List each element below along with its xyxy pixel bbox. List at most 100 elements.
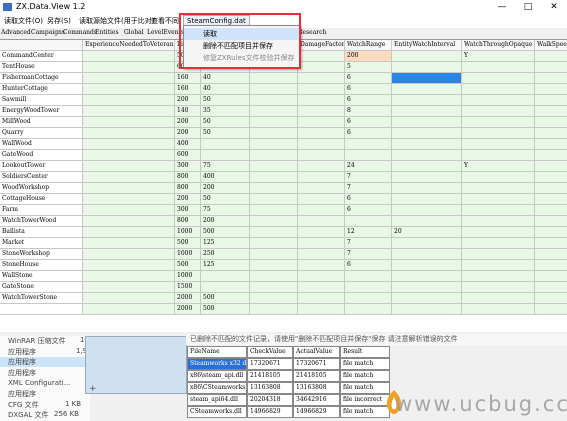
grid-cell[interactable] bbox=[250, 73, 298, 84]
column-header[interactable]: WalkSpeed bbox=[535, 40, 567, 51]
grid-cell[interactable] bbox=[250, 282, 298, 293]
row-label[interactable]: MillWood bbox=[0, 117, 83, 128]
grid-cell[interactable] bbox=[298, 150, 345, 161]
explorer-item[interactable]: DXGAL 文件 bbox=[8, 410, 49, 420]
menu-save-as[interactable]: 另存(S) bbox=[47, 16, 71, 26]
grid-cell[interactable] bbox=[250, 117, 298, 128]
grid-cell[interactable] bbox=[298, 139, 345, 150]
grid-cell[interactable] bbox=[250, 260, 298, 271]
grid-cell[interactable] bbox=[298, 205, 345, 216]
grid-cell[interactable] bbox=[392, 293, 462, 304]
grid-cell[interactable]: 6 bbox=[345, 194, 392, 205]
grid-cell[interactable] bbox=[298, 51, 345, 62]
grid-cell[interactable] bbox=[535, 293, 567, 304]
grid-cell[interactable] bbox=[83, 84, 175, 95]
column-header[interactable]: EntityWatchInterval bbox=[392, 40, 462, 51]
grid-cell[interactable] bbox=[298, 172, 345, 183]
grid-cell[interactable]: 160 bbox=[175, 73, 201, 84]
grid-cell[interactable]: 7 bbox=[345, 183, 392, 194]
grid-cell[interactable] bbox=[462, 194, 535, 205]
grid-cell[interactable] bbox=[83, 161, 175, 172]
grid-cell[interactable] bbox=[83, 304, 175, 315]
menu-view-diff[interactable]: 查看不同 bbox=[151, 16, 179, 26]
grid-cell[interactable] bbox=[298, 73, 345, 84]
grid-cell[interactable] bbox=[298, 227, 345, 238]
row-label[interactable]: WallStone bbox=[0, 271, 83, 282]
grid-cell[interactable]: 300 bbox=[175, 205, 201, 216]
grid-cell[interactable] bbox=[83, 106, 175, 117]
grid-cell[interactable]: 50 bbox=[201, 194, 250, 205]
explorer-item-selected[interactable]: 应用程序 bbox=[0, 357, 90, 367]
add-icon[interactable]: + bbox=[89, 384, 97, 394]
grid-cell[interactable] bbox=[83, 51, 175, 62]
grid-cell[interactable]: 75 bbox=[201, 161, 250, 172]
grid-cell[interactable] bbox=[392, 194, 462, 205]
grid-cell[interactable] bbox=[462, 282, 535, 293]
row-label[interactable]: WoodWorkshop bbox=[0, 183, 83, 194]
grid-cell[interactable] bbox=[535, 194, 567, 205]
grid-cell[interactable]: 6 bbox=[345, 117, 392, 128]
grid-cell[interactable] bbox=[392, 205, 462, 216]
grid-cell[interactable] bbox=[462, 172, 535, 183]
grid-cell[interactable] bbox=[462, 183, 535, 194]
grid-cell[interactable] bbox=[250, 227, 298, 238]
grid-cell[interactable] bbox=[392, 271, 462, 282]
grid-cell[interactable]: 125 bbox=[201, 238, 250, 249]
grid-cell[interactable]: 5 bbox=[345, 62, 392, 73]
tab-advanced[interactable]: Advanced bbox=[1, 29, 31, 36]
grid-cell[interactable] bbox=[535, 249, 567, 260]
grid-cell[interactable] bbox=[535, 139, 567, 150]
grid-cell[interactable] bbox=[201, 139, 250, 150]
grid-cell[interactable] bbox=[83, 216, 175, 227]
grid-cell[interactable]: 20 bbox=[392, 227, 462, 238]
row-label[interactable]: WatchTowerWood bbox=[0, 216, 83, 227]
grid-cell[interactable] bbox=[298, 84, 345, 95]
grid-cell[interactable] bbox=[462, 249, 535, 260]
maximize-button[interactable]: □ bbox=[515, 0, 541, 14]
minimize-button[interactable]: — bbox=[489, 0, 515, 14]
grid-cell[interactable]: 8 bbox=[345, 106, 392, 117]
row-label[interactable]: StoneHouse bbox=[0, 260, 83, 271]
grid-cell[interactable] bbox=[392, 161, 462, 172]
row-label[interactable]: StoneWorkshop bbox=[0, 249, 83, 260]
grid-cell[interactable] bbox=[83, 117, 175, 128]
grid-cell[interactable] bbox=[250, 238, 298, 249]
grid-cell[interactable] bbox=[535, 51, 567, 62]
grid-cell[interactable] bbox=[201, 271, 250, 282]
grid-cell[interactable] bbox=[345, 216, 392, 227]
grid-cell[interactable] bbox=[392, 304, 462, 315]
row-label[interactable]: Quarry bbox=[0, 128, 83, 139]
explorer-item[interactable]: CFG 文件 bbox=[8, 400, 39, 410]
grid-cell[interactable] bbox=[462, 304, 535, 315]
grid-cell[interactable] bbox=[83, 183, 175, 194]
column-header[interactable]: DamageFactor bbox=[298, 40, 345, 51]
grid-cell[interactable] bbox=[392, 139, 462, 150]
row-label[interactable]: SoldiersCenter bbox=[0, 172, 83, 183]
grid-cell[interactable]: 200 bbox=[201, 216, 250, 227]
grid-cell[interactable]: 500 bbox=[201, 304, 250, 315]
grid-cell[interactable]: 600 bbox=[175, 150, 201, 161]
grid-cell[interactable]: 500 bbox=[175, 238, 201, 249]
grid-cell[interactable] bbox=[345, 139, 392, 150]
grid-cell[interactable]: 12 bbox=[345, 227, 392, 238]
grid-cell[interactable] bbox=[83, 238, 175, 249]
grid-cell[interactable] bbox=[392, 73, 462, 84]
grid-cell[interactable]: 200 bbox=[175, 117, 201, 128]
tab-research[interactable]: Research bbox=[298, 29, 326, 36]
grid-cell[interactable] bbox=[535, 304, 567, 315]
grid-cell[interactable] bbox=[298, 271, 345, 282]
grid-cell[interactable] bbox=[250, 194, 298, 205]
grid-cell[interactable] bbox=[250, 216, 298, 227]
grid-cell[interactable]: 250 bbox=[201, 249, 250, 260]
dropdown-fix-checksum-save[interactable]: 修复ZXRules文件校验并保存 bbox=[184, 52, 300, 64]
grid-cell[interactable] bbox=[345, 304, 392, 315]
row-label[interactable]: CommandCenter bbox=[0, 51, 83, 62]
grid-cell[interactable] bbox=[535, 227, 567, 238]
grid-cell[interactable] bbox=[250, 128, 298, 139]
grid-cell[interactable] bbox=[83, 73, 175, 84]
tab-commands[interactable]: Commands bbox=[63, 29, 97, 36]
explorer-item[interactable]: XML Configurati... bbox=[8, 379, 70, 387]
grid-cell[interactable]: 6 bbox=[345, 205, 392, 216]
grid-cell[interactable] bbox=[250, 293, 298, 304]
grid-cell[interactable] bbox=[392, 106, 462, 117]
